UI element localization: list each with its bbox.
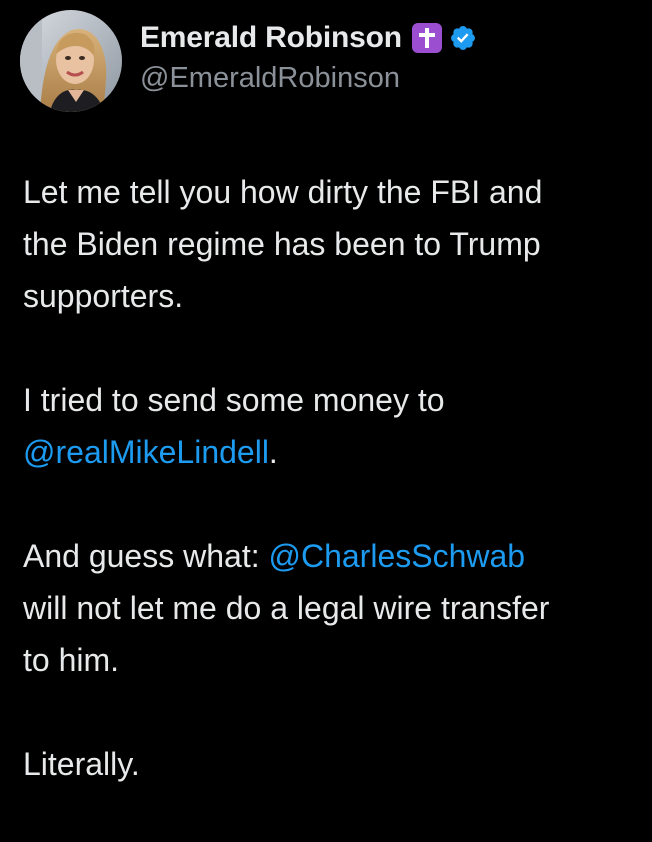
tweet-paragraph: Literally. xyxy=(23,738,648,790)
tweet-line: I tried to send some money to xyxy=(23,382,445,418)
author-handle[interactable]: @EmeraldRobinson xyxy=(140,62,477,95)
tweet-text: Let me tell you how dirty the FBI and th… xyxy=(23,166,648,842)
tweet-line: @realMikeLindell. xyxy=(23,426,648,478)
tweet-text-fragment: . xyxy=(268,434,278,470)
tweet-line: Let me tell you how dirty the FBI and xyxy=(23,174,543,210)
tweet-paragraph: And guess what: @CharlesSchwab will not … xyxy=(23,530,648,686)
latin-cross-icon xyxy=(411,22,442,53)
name-row: Emerald Robinson xyxy=(140,18,477,58)
tweet-header: Emerald Robinson @EmeraldRobinson xyxy=(20,10,477,112)
tweet-line: And guess what: @CharlesSchwab xyxy=(23,530,648,582)
avatar-image xyxy=(20,10,122,112)
tweet-text-fragment: And guess what: xyxy=(23,538,269,574)
tweet-line: will not let me do a legal wire transfer xyxy=(23,590,550,626)
author-display-name[interactable]: Emerald Robinson xyxy=(140,21,402,55)
tweet-line: the Biden regime has been to Trump xyxy=(23,226,541,262)
author-names: Emerald Robinson @EmeraldRobinson xyxy=(140,18,477,95)
mention-link-reallindell[interactable]: @realMikeLindell xyxy=(23,434,269,470)
verified-checkmark-icon[interactable] xyxy=(449,24,477,52)
tweet-line: to him. xyxy=(23,642,120,678)
tweet-paragraph: Let me tell you how dirty the FBI and th… xyxy=(23,166,648,322)
tweet-paragraph: I tried to send some money to @realMikeL… xyxy=(23,374,648,478)
tweet: Emerald Robinson @EmeraldRobinson Let me… xyxy=(0,0,652,786)
avatar[interactable] xyxy=(20,10,122,112)
tweet-line: Literally. xyxy=(23,746,140,782)
mention-link-charlesschwab[interactable]: @CharlesSchwab xyxy=(268,538,525,574)
tweet-line: supporters. xyxy=(23,278,184,314)
